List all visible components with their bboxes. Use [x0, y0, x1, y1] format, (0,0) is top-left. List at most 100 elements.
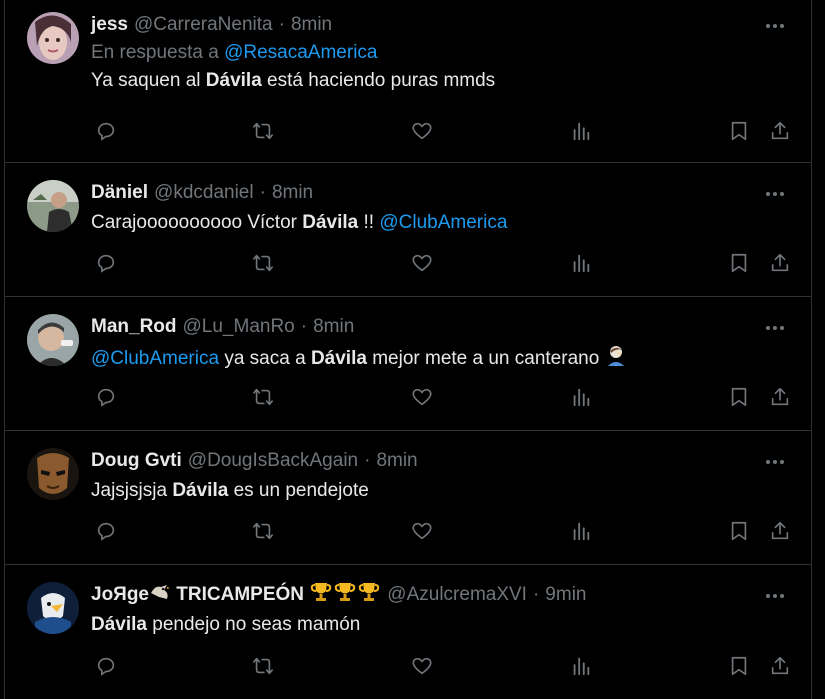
reply-icon[interactable]: [95, 386, 119, 410]
retweet-icon[interactable]: [252, 252, 276, 276]
display-name-part: JoЯge: [91, 584, 150, 606]
trophy-emoji: [333, 580, 357, 610]
more-icon[interactable]: [763, 14, 787, 38]
tweet-header: Man_Rod @Lu_ManRo · 8min: [91, 314, 791, 340]
mention-link[interactable]: @ClubAmerica: [91, 348, 219, 369]
mention-link[interactable]: @ClubAmerica: [379, 212, 507, 233]
separator-dot: ·: [364, 450, 371, 471]
views-icon[interactable]: [570, 520, 594, 544]
bookmark-icon[interactable]: [728, 520, 752, 544]
reply-context: En respuesta a @ResacaAmerica: [91, 42, 791, 64]
retweet-icon[interactable]: [252, 386, 276, 410]
text-part: Carajoooooooooo Víctor: [91, 212, 303, 233]
tweet[interactable]: Doug Gvti @DougIsBackAgain · 8min Jajsjs…: [5, 431, 811, 565]
retweet-icon[interactable]: [252, 655, 276, 679]
text-part: mejor mete a un canterano: [366, 348, 605, 370]
user-handle[interactable]: @kdcdaniel: [154, 182, 254, 204]
text-part: está haciendo puras mmds: [261, 70, 496, 91]
bookmark-icon[interactable]: [728, 655, 752, 679]
separator-dot: ·: [532, 584, 540, 605]
highlighted-term: Dávila: [91, 614, 147, 635]
views-icon[interactable]: [570, 252, 594, 276]
trophy-emoji: [309, 580, 333, 610]
display-name[interactable]: Däniel: [91, 182, 148, 204]
avatar-image: [27, 448, 79, 500]
display-name[interactable]: Doug Gvti: [91, 450, 182, 472]
retweet-icon[interactable]: [252, 520, 276, 544]
display-name-part: TRICAMPEÓN: [171, 584, 310, 606]
mention-link[interactable]: @ResacaAmerica: [224, 42, 377, 63]
avatar-image: [27, 582, 79, 634]
avatar[interactable]: [27, 582, 79, 634]
timestamp[interactable]: 8min: [313, 316, 354, 338]
text-part: ya saca a: [219, 348, 311, 370]
user-handle[interactable]: @CarreraNenita: [134, 14, 273, 36]
tweet-actions: [91, 120, 791, 144]
tweet[interactable]: JoЯge TRICAMPEÓN @AzulcremaXVI · 9min Dá…: [5, 565, 811, 699]
display-name[interactable]: JoЯge TRICAMPEÓN: [91, 580, 381, 610]
timestamp[interactable]: 8min: [272, 182, 313, 204]
tweet-actions: [91, 655, 791, 679]
facepalm-emoji: [605, 344, 627, 374]
display-name[interactable]: jess: [91, 14, 128, 36]
like-icon[interactable]: [411, 520, 435, 544]
more-icon[interactable]: [763, 182, 787, 206]
share-icon[interactable]: [769, 520, 793, 544]
tweet-text: Carajoooooooooo Víctor Dávila !! @ClubAm…: [91, 210, 791, 236]
highlighted-term: Dávila: [205, 70, 262, 91]
reply-icon[interactable]: [95, 655, 119, 679]
retweet-icon[interactable]: [252, 120, 276, 144]
separator-dot: ·: [259, 182, 266, 203]
share-icon[interactable]: [769, 120, 793, 144]
avatar-image: [27, 180, 79, 232]
timestamp[interactable]: 9min: [545, 584, 586, 606]
tweet-actions: [91, 520, 791, 544]
separator-dot: ·: [300, 316, 308, 337]
highlighted-term: Dávila: [310, 348, 367, 370]
timestamp[interactable]: 8min: [376, 450, 417, 472]
more-icon[interactable]: [763, 584, 787, 608]
views-icon[interactable]: [570, 386, 594, 410]
share-icon[interactable]: [769, 252, 793, 276]
share-icon[interactable]: [769, 655, 793, 679]
avatar-image: [27, 314, 79, 366]
more-icon[interactable]: [763, 450, 787, 474]
tweet-header: jess @CarreraNenita · 8min: [91, 12, 791, 38]
highlighted-term: Dávila: [172, 480, 229, 501]
eagle-emoji: [149, 581, 171, 609]
user-handle[interactable]: @Lu_ManRo: [183, 316, 295, 338]
reply-feed: jess @CarreraNenita · 8min En respuesta …: [4, 0, 812, 699]
user-handle[interactable]: @AzulcremaXVI: [387, 584, 527, 606]
bookmark-icon[interactable]: [728, 120, 752, 144]
trophy-emoji: [357, 580, 381, 610]
avatar[interactable]: [27, 448, 79, 500]
reply-icon[interactable]: [95, 120, 119, 144]
bookmark-icon[interactable]: [728, 252, 752, 276]
like-icon[interactable]: [411, 120, 435, 144]
views-icon[interactable]: [570, 120, 594, 144]
tweet-text: Jajsjsjsja Dávila es un pendejote: [91, 478, 791, 504]
share-icon[interactable]: [769, 386, 793, 410]
display-name[interactable]: Man_Rod: [91, 316, 177, 338]
tweet-header: Doug Gvti @DougIsBackAgain · 8min: [91, 448, 791, 474]
avatar[interactable]: [27, 12, 79, 64]
reply-icon[interactable]: [95, 252, 119, 276]
tweet[interactable]: Däniel @kdcdaniel · 8min Carajoooooooooo…: [5, 163, 811, 297]
timestamp[interactable]: 8min: [291, 14, 332, 36]
more-icon[interactable]: [763, 316, 787, 340]
views-icon[interactable]: [570, 655, 594, 679]
bookmark-icon[interactable]: [728, 386, 752, 410]
tweet[interactable]: Man_Rod @Lu_ManRo · 8min @ClubAmerica ya…: [5, 297, 811, 431]
tweet[interactable]: jess @CarreraNenita · 8min En respuesta …: [5, 0, 811, 163]
user-handle[interactable]: @DougIsBackAgain: [188, 450, 358, 472]
like-icon[interactable]: [411, 386, 435, 410]
avatar[interactable]: [27, 180, 79, 232]
avatar[interactable]: [27, 314, 79, 366]
like-icon[interactable]: [411, 655, 435, 679]
text-part: Jajsjsjsja: [91, 480, 173, 501]
tweet-actions: [91, 252, 791, 276]
text-part: pendejo no seas mamón: [146, 614, 361, 635]
tweet-text: @ClubAmerica ya saca a Dávila mejor mete…: [91, 344, 791, 374]
reply-icon[interactable]: [95, 520, 119, 544]
like-icon[interactable]: [411, 252, 435, 276]
